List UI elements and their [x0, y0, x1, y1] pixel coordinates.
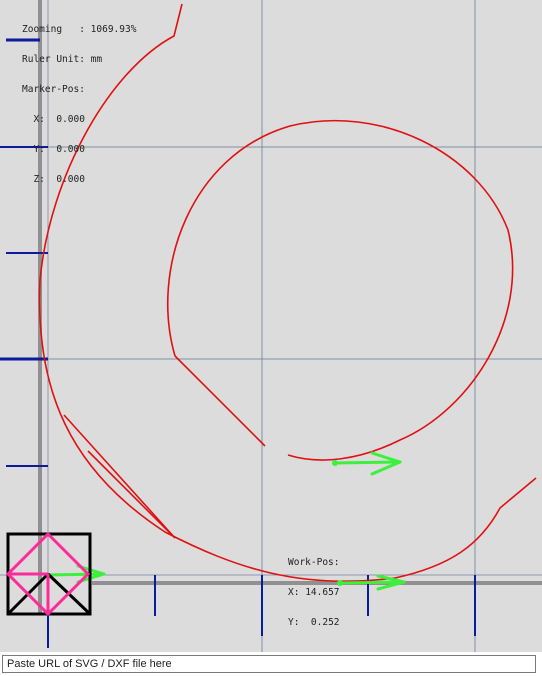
zoom-label: Zooming : — [22, 24, 85, 35]
work-pos-x-row: X: 14.657 — [288, 588, 340, 598]
marker-z-value: 0.000 — [56, 174, 85, 185]
zoom-value: 1069.93% — [90, 24, 137, 35]
marker-x-label: X: — [33, 114, 45, 125]
marker-z-row: Z: 0.000 — [22, 175, 136, 185]
work-pos-y-label: Y: — [288, 617, 300, 628]
marker-y-label: Y: — [33, 144, 45, 155]
work-pos-label: Work-Pos: — [288, 557, 340, 568]
ruler-unit-value: mm — [90, 54, 103, 65]
work-pos-x-label: X: — [288, 587, 300, 598]
work-pos-title: Work-Pos: — [288, 558, 340, 568]
cam-viewport[interactable]: Zooming : 1069.93% Ruler Unit: mm Marker… — [0, 0, 542, 652]
zoom-row: Zooming : 1069.93% — [22, 25, 136, 35]
work-pos-x-value: 14.657 — [305, 587, 340, 598]
work-pos-y-value: 0.252 — [310, 617, 340, 628]
marker-pos-row: Marker-Pos: — [22, 85, 136, 95]
marker-x-row: X: 0.000 — [22, 115, 136, 125]
ruler-unit-row: Ruler Unit: mm — [22, 55, 136, 65]
ruler-unit-label: Ruler Unit: — [22, 54, 85, 65]
url-input[interactable] — [2, 655, 536, 673]
marker-x-value: 0.000 — [56, 114, 85, 125]
marker-z-label: Z: — [33, 174, 45, 185]
work-pos-panel: Work-Pos: X: 14.657 Y: 0.252 — [288, 538, 340, 648]
zoom-info-panel: Zooming : 1069.93% Ruler Unit: mm Marker… — [22, 5, 136, 205]
marker-pos-label: Marker-Pos: — [22, 84, 85, 95]
work-pos-y-row: Y: 0.252 — [288, 618, 340, 628]
marker-y-row: Y: 0.000 — [22, 145, 136, 155]
marker-y-value: 0.000 — [56, 144, 85, 155]
